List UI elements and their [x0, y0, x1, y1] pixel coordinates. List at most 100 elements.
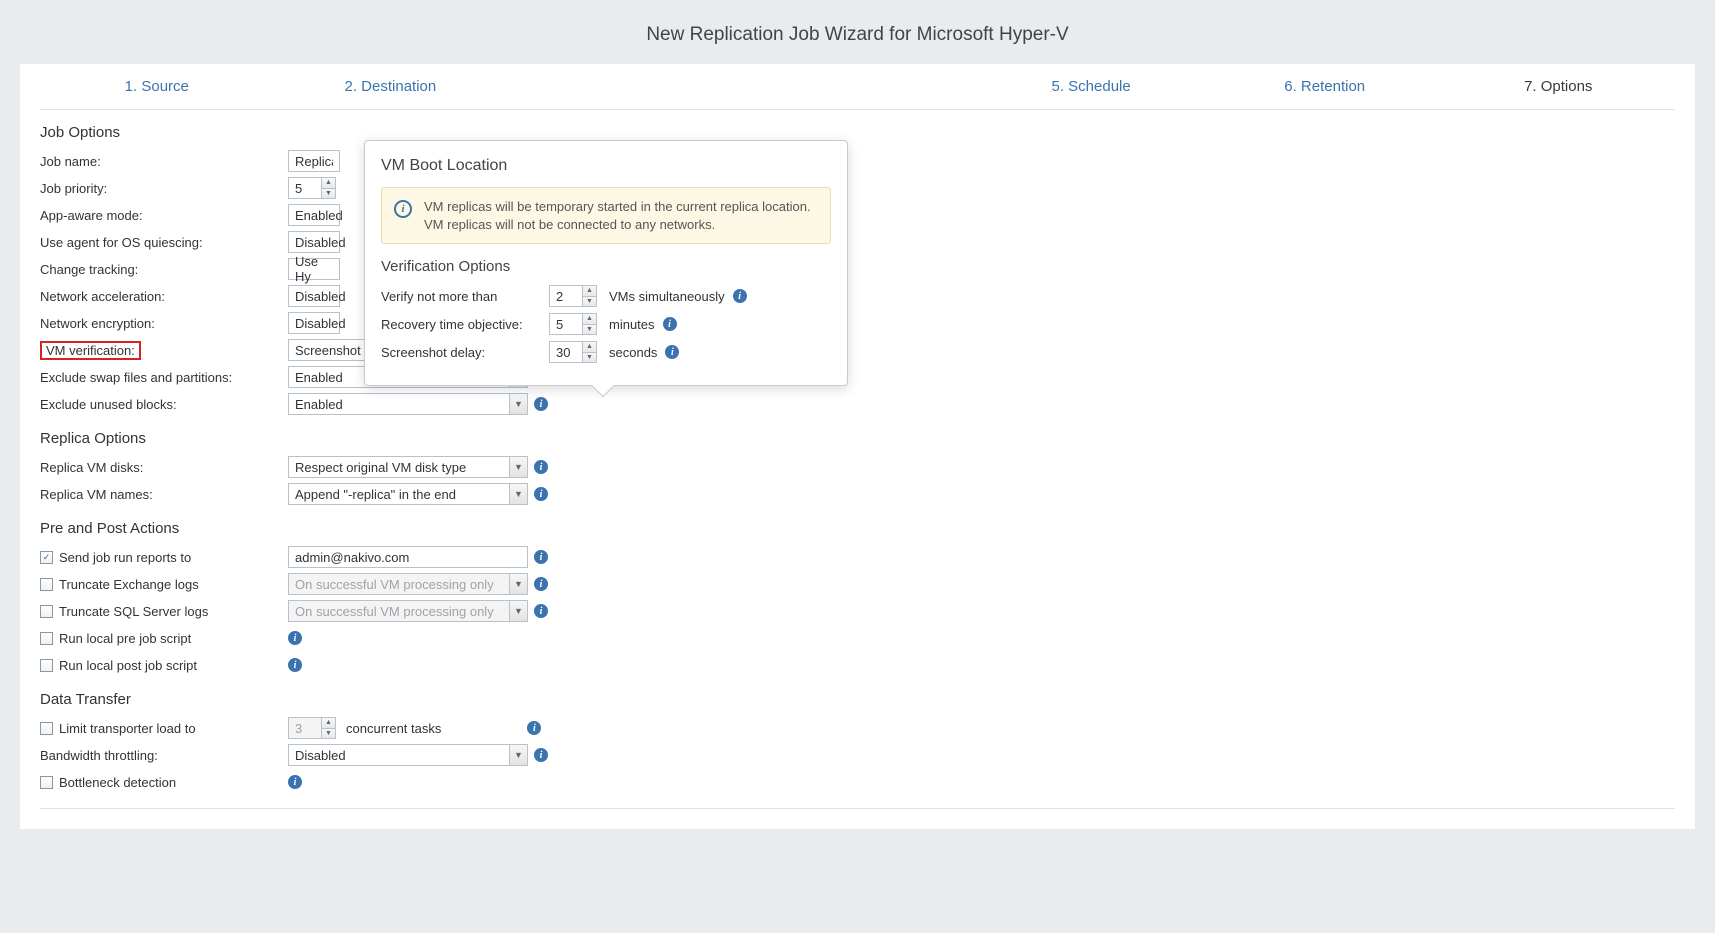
agent-quiescing-value: Disabled: [289, 235, 352, 250]
label-exclude-unused: Exclude unused blocks:: [40, 397, 288, 412]
bandwidth-select[interactable]: Disabled ▼: [288, 744, 528, 766]
checkbox-bottleneck[interactable]: [40, 776, 53, 789]
verify-suffix: VMs simultaneously: [609, 289, 725, 304]
send-reports-text: Send job run reports to: [59, 550, 191, 565]
exclude-unused-value: Enabled: [289, 397, 509, 412]
info-icon[interactable]: i: [534, 550, 548, 564]
section-data-transfer: Data Transfer: [40, 691, 1675, 708]
label-replica-names: Replica VM names:: [40, 487, 288, 502]
concurrent-tasks-label: concurrent tasks: [346, 721, 441, 736]
info-icon[interactable]: i: [733, 289, 747, 303]
chevron-down-icon: ▼: [509, 394, 527, 414]
exclude-unused-select[interactable]: Enabled ▼: [288, 393, 528, 415]
net-encrypt-value: Disabled: [289, 316, 352, 331]
app-aware-select[interactable]: Enabled: [288, 204, 340, 226]
change-tracking-value: Use Hy: [289, 254, 339, 284]
section-pre-post: Pre and Post Actions: [40, 520, 1675, 537]
spin-up-icon[interactable]: ▲: [583, 286, 596, 297]
label-trunc-sql: Truncate SQL Server logs: [40, 604, 288, 619]
info-icon[interactable]: i: [534, 397, 548, 411]
transporter-load-value: 3: [289, 721, 321, 736]
tab-retention[interactable]: 6. Retention: [1208, 64, 1442, 109]
verify-count-value: 2: [550, 289, 582, 304]
trunc-exchange-text: Truncate Exchange logs: [59, 577, 199, 592]
info-icon[interactable]: i: [288, 658, 302, 672]
label-pre-script: Run local pre job script: [40, 631, 288, 646]
bandwidth-value: Disabled: [289, 748, 509, 763]
replica-disks-value: Respect original VM disk type: [289, 460, 509, 475]
info-icon[interactable]: i: [665, 345, 679, 359]
app-aware-value: Enabled: [289, 208, 349, 223]
replica-names-select[interactable]: Append "-replica" in the end ▼: [288, 483, 528, 505]
delay-value: 30: [550, 345, 582, 360]
label-bandwidth: Bandwidth throttling:: [40, 748, 288, 763]
job-priority-input[interactable]: 5 ▲▼: [288, 177, 336, 199]
wizard-tabs: 1. Source 2. Destination 3 4 5. Schedule…: [40, 64, 1675, 110]
rto-value: 5: [550, 317, 582, 332]
info-icon[interactable]: i: [663, 317, 677, 331]
checkbox-trunc-sql[interactable]: [40, 605, 53, 618]
trunc-exchange-value: On successful VM processing only: [289, 577, 509, 592]
label-job-priority: Job priority:: [40, 181, 288, 196]
verify-count-input[interactable]: 2 ▲▼: [549, 285, 597, 307]
change-tracking-select[interactable]: Use Hy: [288, 258, 340, 280]
label-vm-verification: VM verification:: [40, 341, 141, 360]
tab-destination[interactable]: 2. Destination: [274, 64, 508, 109]
tab-source[interactable]: 1. Source: [40, 64, 274, 109]
spin-down-icon: ▼: [322, 729, 335, 739]
info-icon[interactable]: i: [534, 748, 548, 762]
agent-quiescing-select[interactable]: Disabled: [288, 231, 340, 253]
trunc-sql-select: On successful VM processing only ▼: [288, 600, 528, 622]
checkbox-trunc-exchange[interactable]: [40, 578, 53, 591]
info-icon: i: [394, 200, 412, 218]
info-icon[interactable]: i: [288, 775, 302, 789]
rto-input[interactable]: 5 ▲▼: [549, 313, 597, 335]
info-icon[interactable]: i: [288, 631, 302, 645]
chevron-down-icon: ▼: [509, 457, 527, 477]
info-icon[interactable]: i: [534, 577, 548, 591]
tab-options[interactable]: 7. Options: [1441, 64, 1675, 109]
send-reports-email-input[interactable]: [288, 546, 528, 568]
spin-down-icon[interactable]: ▼: [583, 297, 596, 307]
delay-input[interactable]: 30 ▲▼: [549, 341, 597, 363]
pre-script-text: Run local pre job script: [59, 631, 191, 646]
label-agent-quiescing: Use agent for OS quiescing:: [40, 235, 288, 250]
spin-up-icon[interactable]: ▲: [583, 314, 596, 325]
tab-schedule[interactable]: 5. Schedule: [974, 64, 1208, 109]
spin-up-icon[interactable]: ▲: [583, 342, 596, 353]
label-app-aware: App-aware mode:: [40, 208, 288, 223]
replica-disks-select[interactable]: Respect original VM disk type ▼: [288, 456, 528, 478]
spin-down-icon[interactable]: ▼: [322, 189, 335, 199]
popover-title: VM Boot Location: [381, 157, 831, 175]
info-icon[interactable]: i: [534, 487, 548, 501]
job-name-input[interactable]: [288, 150, 340, 172]
settings-popover: VM Boot Location i VM replicas will be t…: [364, 140, 848, 386]
chevron-down-icon: ▼: [509, 484, 527, 504]
label-send-reports: ✓ Send job run reports to: [40, 550, 288, 565]
rto-suffix: minutes: [609, 317, 655, 332]
net-accel-select[interactable]: Disabled: [288, 285, 340, 307]
spin-up-icon[interactable]: ▲: [322, 178, 335, 189]
info-icon[interactable]: i: [534, 460, 548, 474]
checkbox-send-reports[interactable]: ✓: [40, 551, 53, 564]
net-encrypt-select[interactable]: Disabled: [288, 312, 340, 334]
label-change-tracking: Change tracking:: [40, 262, 288, 277]
label-vm-verification-wrap: VM verification:: [40, 341, 288, 360]
section-job-options: Job Options: [40, 124, 1675, 141]
trunc-exchange-select: On successful VM processing only ▼: [288, 573, 528, 595]
spin-down-icon[interactable]: ▼: [583, 353, 596, 363]
label-replica-disks: Replica VM disks:: [40, 460, 288, 475]
label-rto: Recovery time objective:: [381, 317, 541, 332]
info-icon[interactable]: i: [534, 604, 548, 618]
spin-down-icon[interactable]: ▼: [583, 325, 596, 335]
job-priority-value: 5: [289, 181, 321, 196]
info-icon[interactable]: i: [527, 721, 541, 735]
section-replica-options: Replica Options: [40, 430, 1675, 447]
label-job-name: Job name:: [40, 154, 288, 169]
label-exclude-swap: Exclude swap files and partitions:: [40, 370, 288, 385]
checkbox-post-script[interactable]: [40, 659, 53, 672]
checkbox-pre-script[interactable]: [40, 632, 53, 645]
spin-up-icon: ▲: [322, 718, 335, 729]
trunc-sql-value: On successful VM processing only: [289, 604, 509, 619]
checkbox-limit-transporter[interactable]: [40, 722, 53, 735]
